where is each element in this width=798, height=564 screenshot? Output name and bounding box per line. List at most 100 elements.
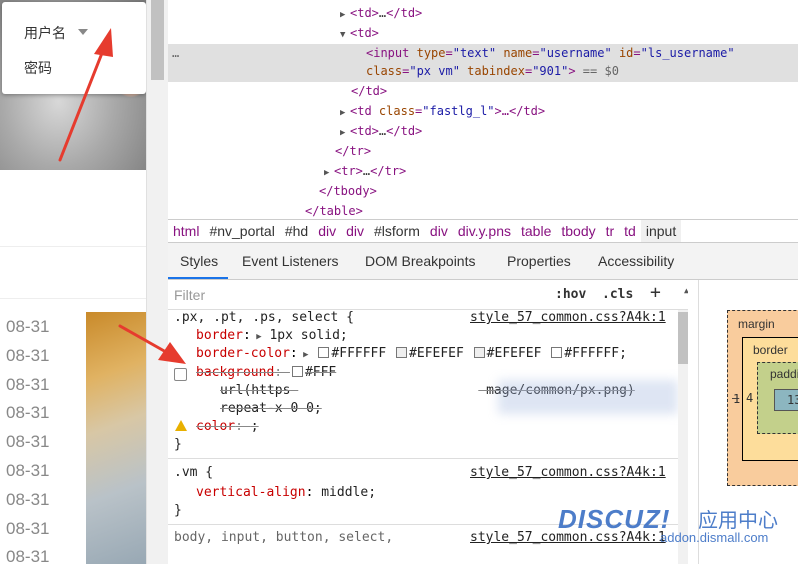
dom-node-td-close[interactable]: </td> [351, 81, 387, 101]
list-item-date: 08-31 [6, 403, 50, 423]
declaration-border-color[interactable]: border-color: ▶ #FFFFFF #EFEFEF #EFEFEF … [196, 345, 627, 363]
rule-selector[interactable]: .px, .pt, .ps, select { [174, 309, 354, 327]
color-swatch[interactable] [396, 347, 408, 358]
border-label: border [753, 343, 788, 357]
tab-dom-breakpoints[interactable]: DOM Breakpoints [365, 253, 475, 269]
rule-selector[interactable]: body, input, button, select, [174, 529, 393, 547]
declaration-vertical-align[interactable]: vertical-align: middle; [196, 484, 376, 502]
dom-node-input-selected[interactable]: <input type="text" name="username" id="l… [366, 43, 735, 63]
filter-input[interactable]: Filter [174, 287, 205, 303]
scroll-up-icon[interactable]: ▲ [684, 286, 688, 295]
breadcrumb-item-current[interactable]: input [640, 220, 682, 242]
color-swatch[interactable] [473, 347, 485, 358]
breadcrumb-item[interactable]: div [313, 220, 341, 242]
sidebar-tabs: Styles Event Listeners DOM Breakpoints P… [168, 243, 798, 280]
dom-node-td-expanded[interactable]: ▼ <td> [340, 23, 379, 43]
breadcrumb-item[interactable]: table [516, 220, 556, 242]
thumbnail-image[interactable] [86, 312, 146, 564]
dom-node-td[interactable]: ▶ <td>…</td> [340, 3, 422, 23]
rule-source-link[interactable]: style_57_common.css?A4k:1 [470, 530, 666, 545]
expand-triangle-icon[interactable]: ▶ [340, 5, 350, 25]
styles-pane: Filter :hov .cls + .px, .pt, .ps, select… [168, 280, 688, 564]
page-scrollbar-thumb[interactable] [151, 0, 164, 80]
list-item-date: 08-31 [6, 518, 50, 538]
login-username-option[interactable]: 用户名 [24, 23, 66, 43]
dom-node-td[interactable]: ▶ <td>…</td> [340, 121, 422, 141]
tab-accessibility[interactable]: Accessibility [598, 253, 674, 269]
list-item-date: 08-31 [6, 317, 50, 336]
breadcrumb-item[interactable]: div [341, 220, 369, 242]
box-model-panel: margin – border 1 padding 4 13 [698, 280, 798, 564]
rule-close-brace: } [174, 437, 182, 452]
login-password-option[interactable]: 密码 [24, 58, 52, 78]
cls-toggle-button[interactable]: .cls [602, 287, 633, 302]
dom-node-tr[interactable]: ▶ <tr>…</tr> [324, 161, 406, 181]
dom-node-td-fastlg[interactable]: ▶ <td class="fastlg_l">…</td> [340, 101, 545, 121]
declaration-color-invalid[interactable]: color: ; [196, 418, 259, 436]
margin-label: margin [738, 317, 775, 331]
dom-node-input-selected-cont[interactable]: class="px vm" tabindex="901"> == $0 [366, 61, 619, 81]
tab-properties[interactable]: Properties [507, 253, 571, 269]
expand-triangle-icon[interactable]: ▶ [340, 123, 350, 143]
breadcrumb-item[interactable]: div [425, 220, 453, 242]
breadcrumb-item[interactable]: #hd [280, 220, 313, 242]
box-model-padding[interactable]: padding 4 13 [746, 362, 798, 434]
divider [0, 298, 146, 299]
expand-triangle-icon[interactable]: ▶ [324, 163, 334, 183]
collapse-triangle-icon[interactable]: ▼ [340, 25, 350, 45]
styles-scrollbar[interactable] [678, 310, 688, 564]
hov-toggle-button[interactable]: :hov [555, 287, 586, 302]
color-swatch[interactable] [291, 366, 303, 377]
rule-close-brace: } [174, 503, 182, 518]
webpage-viewport: 用户名 密码 08-31 08-31 08-31 08-31 08-31 08-… [0, 0, 146, 564]
color-swatch[interactable] [551, 347, 563, 358]
rule-source-link[interactable]: style_57_common.css?A4k:1 [470, 465, 666, 480]
breadcrumb: html #nv_portal #hd div div #lsform div div.y.p… [168, 219, 798, 243]
breadcrumb-item[interactable]: html [168, 220, 204, 242]
devtools-panel: … ▶ <td>…</td> ▼ <td> <input type="text" n… [168, 0, 798, 564]
declaration-background-repeat[interactable]: repeat-x 0 0; [220, 400, 322, 418]
list-item-date: 08-31 [6, 374, 50, 394]
declaration-checkbox[interactable] [174, 368, 187, 381]
expand-triangle-icon[interactable]: ▶ [340, 103, 350, 123]
padding-label: padding [770, 367, 798, 381]
breadcrumb-item[interactable]: #lsform [369, 220, 425, 242]
dom-node-tbody-close[interactable]: </tbody> [319, 181, 377, 201]
rule-selector[interactable]: .vm { [174, 464, 213, 482]
new-rule-button[interactable]: + [650, 282, 661, 303]
breadcrumb-item[interactable]: tr [601, 220, 620, 242]
login-type-menu: 用户名 密码 [2, 2, 146, 94]
list-item-date: 08-31 [6, 345, 50, 365]
active-tab-indicator [168, 277, 228, 279]
breadcrumb-item[interactable]: td [619, 220, 641, 242]
page-scrollbar[interactable] [146, 0, 168, 564]
tab-event-listeners[interactable]: Event Listeners [242, 253, 339, 269]
breadcrumb-item[interactable]: tbody [556, 220, 600, 242]
styles-scrollbar-thumb[interactable] [678, 312, 688, 364]
dom-node-table-close[interactable]: </table> [305, 201, 363, 218]
date-list: 08-31 08-31 08-31 08-31 08-31 08-31 08-3… [6, 313, 49, 564]
divider [0, 246, 146, 247]
rule-divider [168, 524, 678, 525]
list-item-date: 08-31 [6, 547, 50, 564]
breadcrumb-item[interactable]: div.y.pns [453, 220, 516, 242]
box-model-margin[interactable]: margin – border 1 padding 4 13 [727, 310, 798, 486]
color-swatch[interactable] [318, 347, 330, 358]
list-item-date: 08-31 [6, 460, 50, 480]
tab-styles[interactable]: Styles [180, 253, 218, 269]
node-actions-button[interactable]: … [172, 46, 179, 60]
redacted-url-blur [498, 380, 678, 414]
breadcrumb-item[interactable]: #nv_portal [204, 220, 279, 242]
chevron-down-icon[interactable] [78, 29, 88, 35]
rule-source-link[interactable]: style_57_common.css?A4k:1 [470, 310, 666, 325]
dom-node-tr-close[interactable]: </tr> [335, 141, 371, 161]
border-left-value[interactable]: 1 [733, 392, 740, 406]
padding-left-value[interactable]: 4 [746, 391, 753, 405]
rule-divider [168, 458, 678, 459]
box-model-content[interactable]: 13 [774, 389, 798, 411]
content-size-value[interactable]: 13 [787, 393, 798, 407]
declaration-background-disabled[interactable]: background: #FFF [196, 364, 336, 382]
box-model-border[interactable]: border 1 padding 4 13 [733, 337, 798, 461]
declaration-border[interactable]: border: ▶ 1px solid; [196, 327, 348, 345]
warning-icon[interactable] [175, 420, 187, 431]
